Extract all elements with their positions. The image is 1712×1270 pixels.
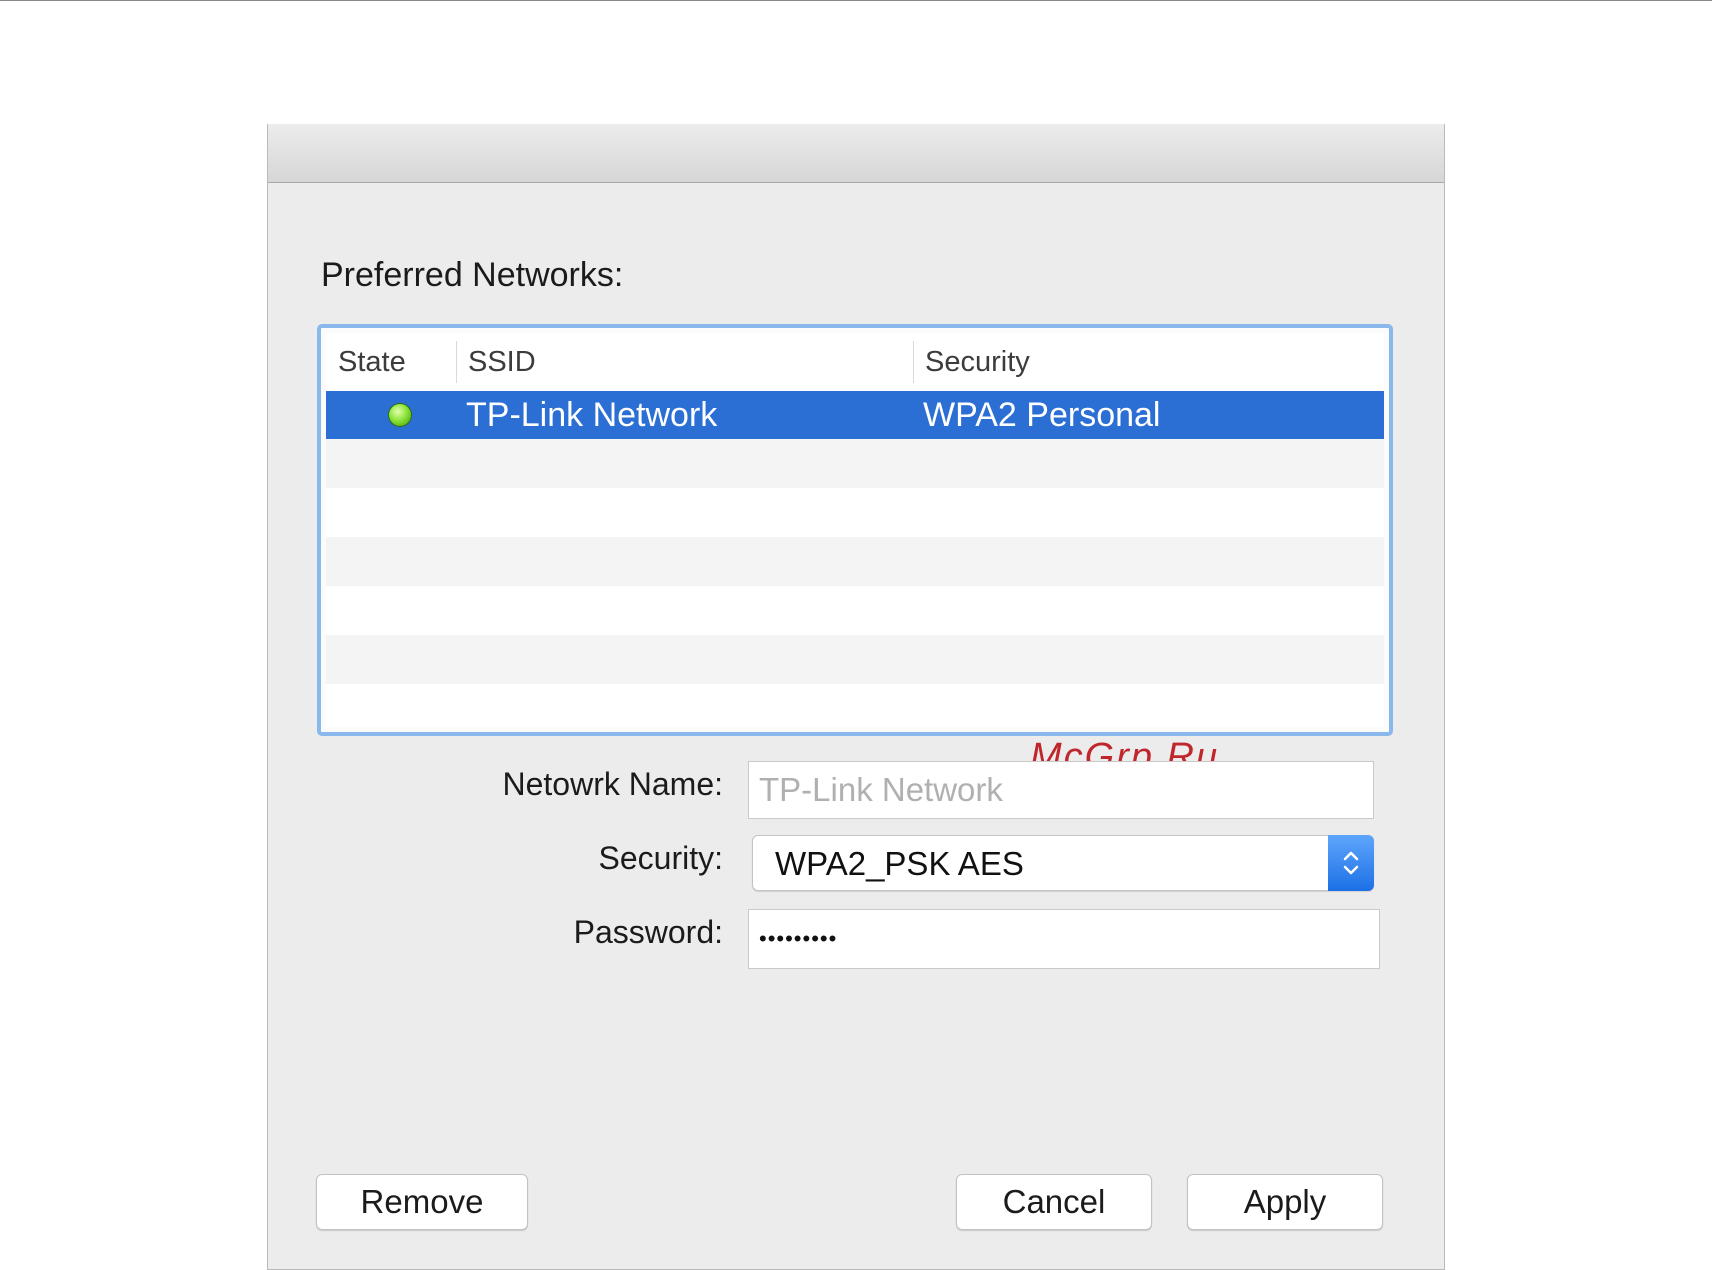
top-divider: [0, 0, 1712, 1]
table-row-empty: [326, 439, 1384, 488]
apply-button[interactable]: Apply: [1187, 1174, 1383, 1230]
state-cell: [326, 403, 456, 427]
security-label: Security:: [598, 840, 723, 876]
table-header: State SSID Security: [326, 333, 1384, 391]
column-header-security[interactable]: Security: [913, 333, 1384, 391]
remove-button[interactable]: Remove: [316, 1174, 528, 1230]
network-settings-dialog: Preferred Networks: State SSID Security …: [267, 124, 1445, 1270]
preferred-networks-table[interactable]: State SSID Security TP-Link Network WPA2…: [317, 324, 1393, 736]
table-row-empty: [326, 635, 1384, 684]
table-row[interactable]: TP-Link Network WPA2 Personal: [326, 391, 1384, 439]
network-name-field[interactable]: [748, 761, 1374, 819]
security-select[interactable]: WPA2_PSK AES: [752, 835, 1374, 891]
dialog-titlebar[interactable]: [268, 124, 1444, 183]
table-rows: TP-Link Network WPA2 Personal: [326, 391, 1384, 727]
table-row-empty: [326, 537, 1384, 586]
ssid-cell: TP-Link Network: [466, 395, 718, 434]
up-down-chevron-icon[interactable]: [1328, 835, 1374, 891]
green-status-dot-icon: [388, 403, 412, 427]
table-row-empty: [326, 586, 1384, 635]
table-row-empty: [326, 488, 1384, 537]
preferred-networks-label: Preferred Networks:: [321, 256, 624, 294]
security-cell: WPA2 Personal: [923, 395, 1161, 434]
table-row-empty: [326, 684, 1384, 727]
table-body-container: State SSID Security TP-Link Network WPA2…: [326, 333, 1384, 727]
column-header-state[interactable]: State: [326, 333, 456, 391]
password-label: Password:: [573, 914, 723, 950]
password-field[interactable]: [748, 909, 1380, 969]
column-header-ssid[interactable]: SSID: [456, 333, 913, 391]
network-name-label: Netowrk Name:: [502, 766, 724, 802]
cancel-button[interactable]: Cancel: [956, 1174, 1152, 1230]
security-select-value: WPA2_PSK AES: [775, 845, 1024, 882]
